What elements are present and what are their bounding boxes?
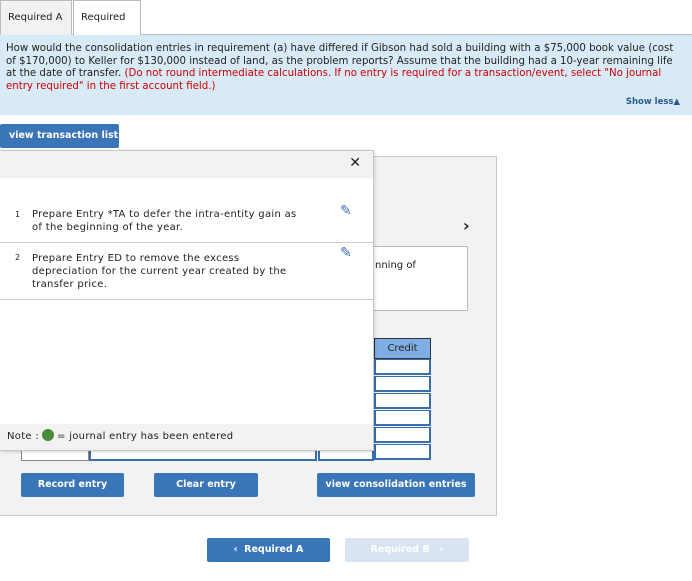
record-entry-button[interactable]: Record entry [21, 473, 124, 497]
credit-header: Credit [374, 338, 431, 359]
transaction-number: 2 [15, 253, 21, 262]
next-label: Required B [370, 544, 430, 555]
credit-input[interactable] [374, 410, 431, 426]
transaction-list-popup: ✕ 1 Prepare Entry *TA to defer the intra… [0, 150, 374, 451]
prev-label: Required A [244, 544, 304, 555]
note-label: Note : [7, 431, 40, 442]
pencil-icon[interactable]: ✎ [340, 246, 352, 260]
note-text: = journal entry has been entered [57, 431, 234, 442]
popup-header: ✕ [0, 151, 373, 178]
tab-required-a[interactable]: Required A [0, 0, 72, 35]
transaction-item[interactable]: 2 Prepare Entry ED to remove the excess … [0, 243, 373, 300]
credit-input[interactable] [374, 359, 431, 375]
view-consolidation-entries-button[interactable]: view consolidation entries [317, 473, 475, 497]
tab-required-b[interactable]: Required B [73, 0, 141, 57]
chevron-right-icon: › [429, 544, 444, 555]
credit-input[interactable] [374, 393, 431, 409]
show-less-link[interactable]: Show less▲ [626, 97, 680, 107]
next-required-b-button[interactable]: Required B › [345, 538, 469, 562]
transaction-text: Prepare Entry ED to remove the excess de… [32, 253, 287, 290]
chevron-right-icon[interactable]: › [463, 216, 470, 235]
question-panel: How would the consolidation entries in r… [0, 35, 692, 115]
chevron-left-icon: ‹ [233, 544, 245, 555]
pencil-icon[interactable]: ✎ [340, 204, 352, 218]
green-dot-icon [42, 429, 55, 441]
credit-input[interactable] [374, 427, 431, 443]
note-bar: Note : = journal entry has been entered [0, 424, 373, 450]
close-icon[interactable]: ✕ [349, 155, 361, 171]
credit-input[interactable] [374, 376, 431, 392]
view-transaction-list-button[interactable]: view transaction list [0, 124, 119, 148]
tab-bar: Required A Required B [0, 0, 692, 57]
transaction-item[interactable]: 1 Prepare Entry *TA to defer the intra-e… [0, 203, 373, 243]
prev-required-a-button[interactable]: ‹ Required A [207, 538, 330, 562]
description-text: nning of [375, 260, 416, 271]
credit-input[interactable] [374, 444, 431, 460]
transaction-text: Prepare Entry *TA to defer the intra-ent… [32, 209, 297, 233]
transaction-number: 1 [15, 210, 21, 219]
clear-entry-button[interactable]: Clear entry [154, 473, 258, 497]
